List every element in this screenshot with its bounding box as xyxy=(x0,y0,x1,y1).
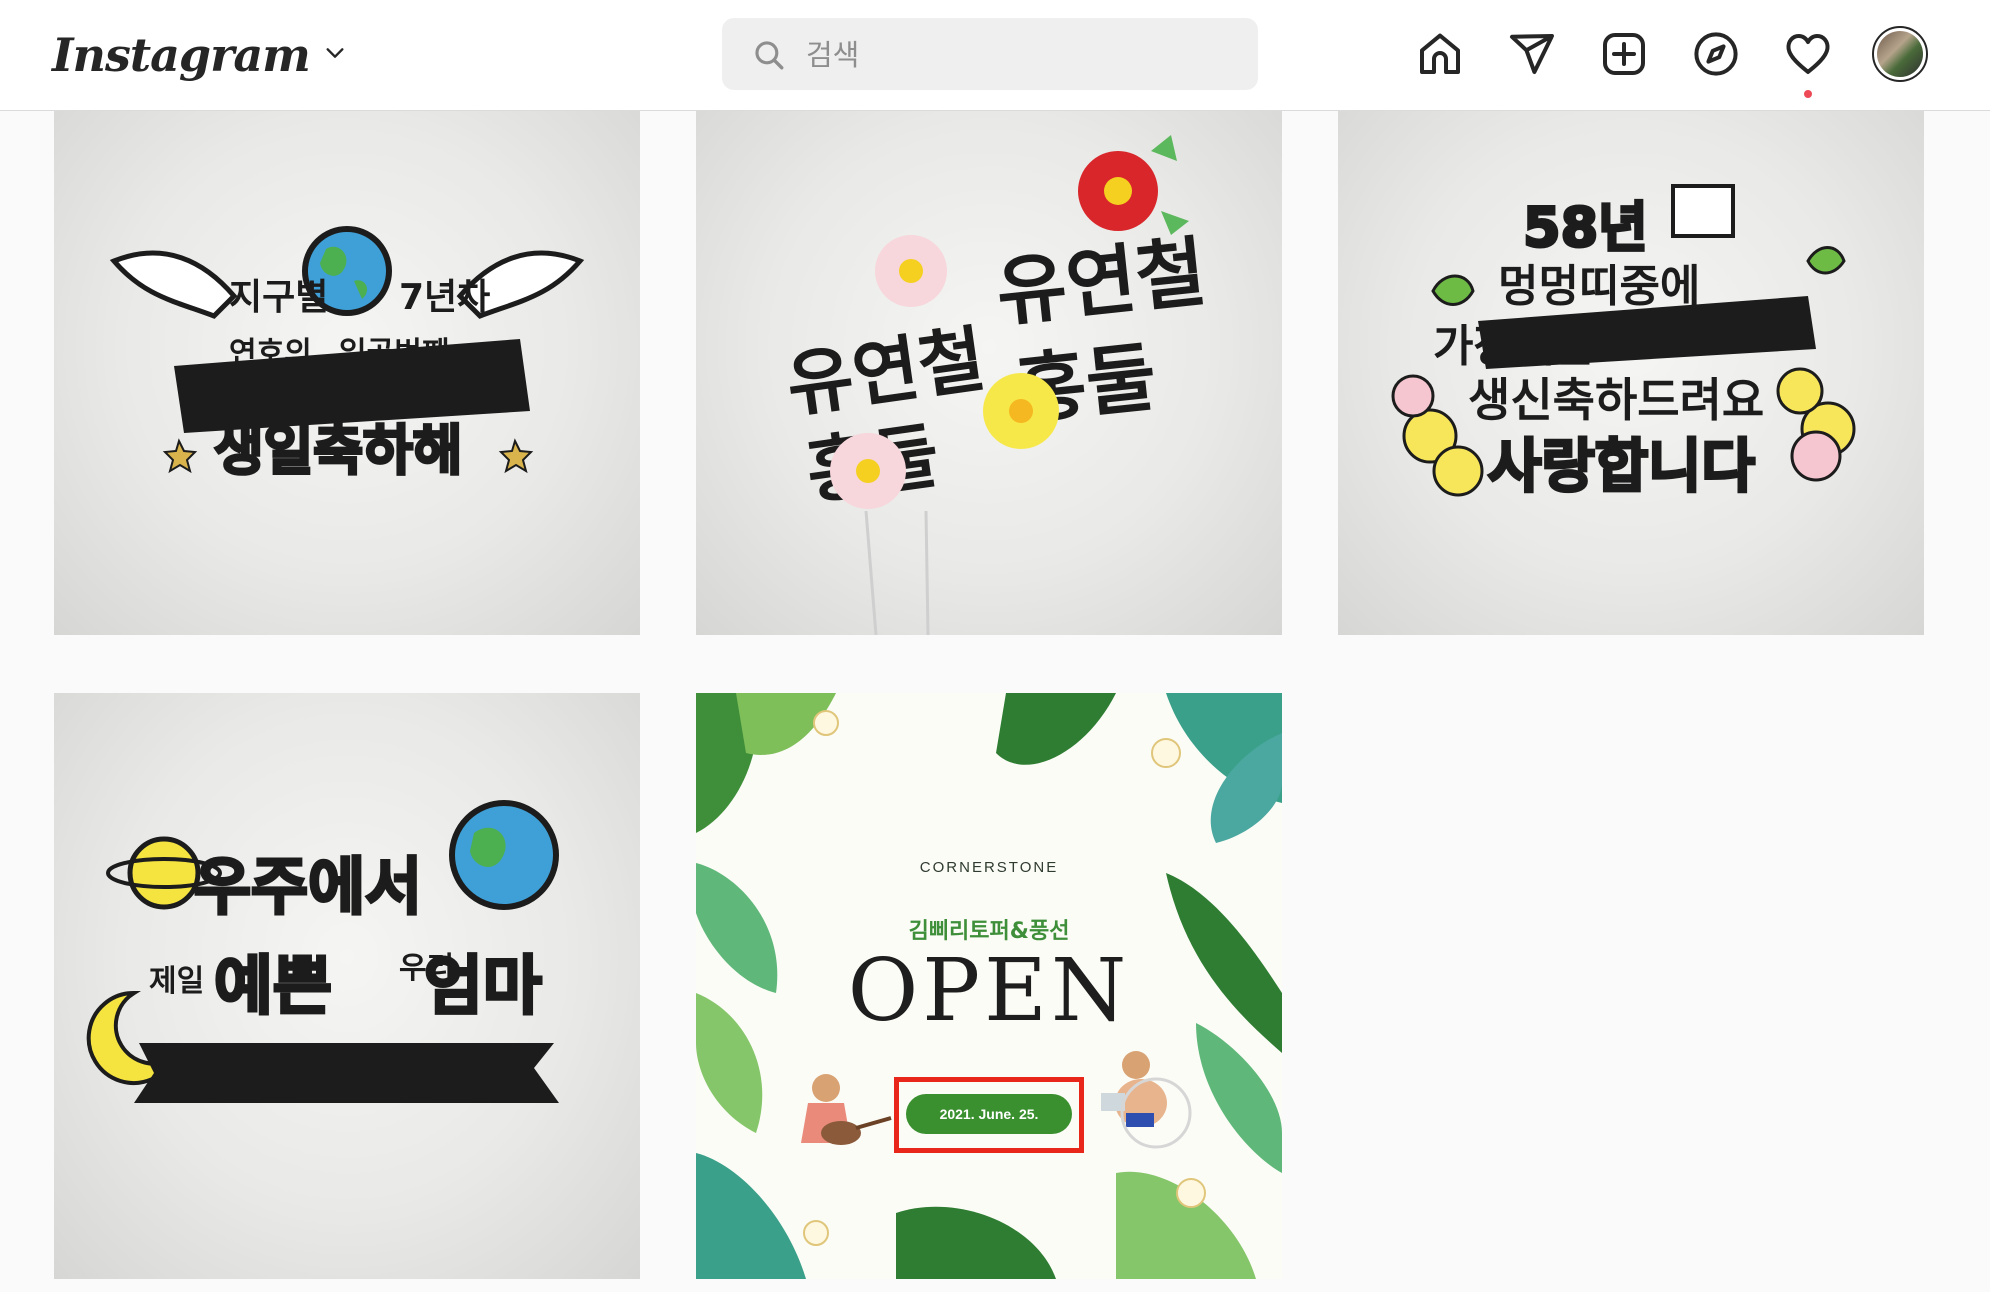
post-thumbnail-3[interactable]: 58년 멍멍띠중에 가장예쁜 울엄마 생신축하드려요 사랑합니다 xyxy=(1338,111,1924,635)
open-poster: CORNERSTONE 김삐리토퍼&풍선 OPEN 2021. June. 25… xyxy=(696,693,1282,1279)
topper-name-right-1: 유연철 xyxy=(992,227,1210,337)
topper-line-4: 일곱번째 xyxy=(339,336,449,371)
profile-avatar-button[interactable] xyxy=(1872,26,1928,82)
post-thumbnail-1[interactable]: 지구별 7년차 연호의 일곱번째 생일축하해 xyxy=(54,111,640,635)
cake-topper-birthday: 지구별 7년차 연호의 일곱번째 생일축하해 xyxy=(109,226,585,484)
activity-heart-icon[interactable] xyxy=(1776,22,1840,98)
cake-topper-mom: 58년 멍멍띠중에 가장예쁜 울엄마 생신축하드려요 사랑합니다 xyxy=(1391,184,1856,502)
home-icon[interactable] xyxy=(1408,22,1472,86)
cake-topper-names: 유연철 홍둘 유연철 홍둘 xyxy=(782,135,1210,635)
topper-line-5: 생일축하해 xyxy=(214,419,462,482)
topper-line-6: 사랑합니다 xyxy=(1488,432,1755,500)
topper-line-2: 7년차 xyxy=(399,277,490,318)
poster-brand: CORNERSTONE xyxy=(919,859,1059,876)
guitar-person-illustration xyxy=(801,1074,892,1145)
nav-icons xyxy=(0,22,1990,98)
highlight-box xyxy=(894,1077,1084,1153)
topper-line-1: 58년 xyxy=(1523,196,1648,259)
direct-message-icon[interactable] xyxy=(1500,22,1564,86)
topper-line-2: 제일 xyxy=(149,964,204,999)
topper-name-left-1: 유연철 xyxy=(782,316,990,427)
topper-line-3: 예쁜 xyxy=(214,950,332,1024)
post-grid: 지구별 7년차 연호의 일곱번째 생일축하해 유연철 홍둘 유연철 홍둘 xyxy=(0,111,1990,1292)
topper-line-2: 멍멍띠중에 xyxy=(1498,261,1700,312)
post-thumbnail-4[interactable]: 우주에서 제일 예쁜 우리 엄마 생신축하드려요 xyxy=(54,693,640,1279)
new-post-icon[interactable] xyxy=(1592,22,1656,86)
topper-line-5: 생신축하드려요 xyxy=(1468,373,1764,427)
topper-line-3: 가장예쁜 xyxy=(1433,321,1595,372)
avatar xyxy=(1877,31,1923,77)
notification-dot xyxy=(1804,90,1812,98)
topper-line-1: 지구별 xyxy=(229,277,328,318)
topper-line-5: 엄마 xyxy=(424,950,542,1024)
topper-line-1: 우주에서 xyxy=(194,850,422,923)
poster-title: OPEN xyxy=(847,941,1131,1041)
topper-line-3: 연호의 xyxy=(229,336,312,371)
post-thumbnail-5[interactable]: CORNERSTONE 김삐리토퍼&풍선 OPEN 2021. June. 25… xyxy=(696,693,1282,1279)
explore-icon[interactable] xyxy=(1684,22,1748,86)
laptop-person-illustration xyxy=(1101,1051,1192,1149)
post-thumbnail-2[interactable]: 유연철 홍둘 유연철 홍둘 xyxy=(696,111,1282,635)
top-navigation-bar: Instagram xyxy=(0,0,1990,111)
topper-line-4: 울엄마 xyxy=(1653,310,1764,356)
topper-line-6: 생신축하드려요 xyxy=(199,1053,444,1097)
cake-topper-space: 우주에서 제일 예쁜 우리 엄마 생신축하드려요 xyxy=(86,800,559,1103)
